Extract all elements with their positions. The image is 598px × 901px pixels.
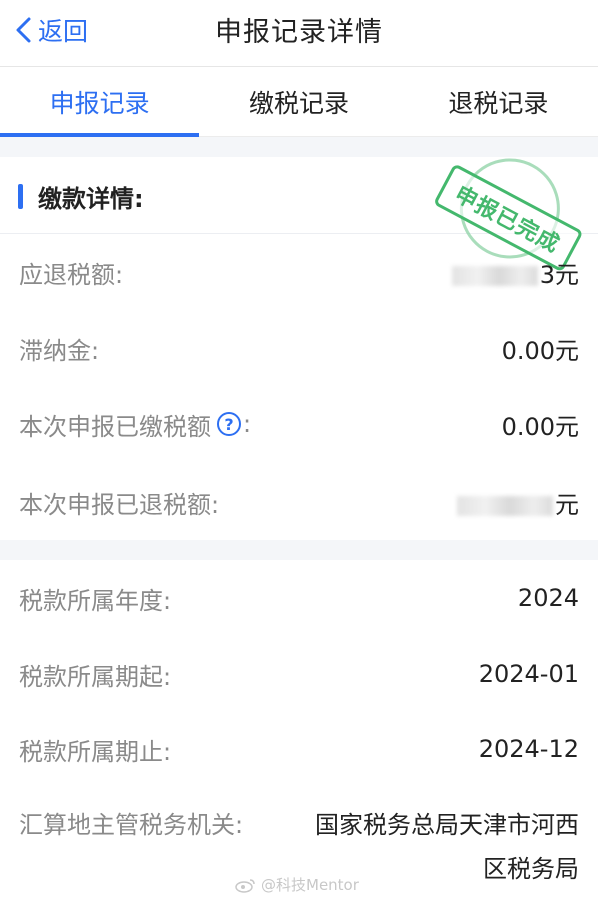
row-value: 2024 [517,584,579,612]
row-value-text: 3元 [539,260,579,289]
row-tax-year: 税款所属年度: 2024 [0,578,598,618]
section-accent-bar [18,184,23,209]
row-label: 税款所属期止: [19,737,172,766]
tab-payment-records[interactable]: 缴税记录 [199,67,398,136]
row-refunded-amount: 本次申报已退税额: 元 [0,482,598,522]
row-value-text: 元 [555,490,579,519]
row-period-start: 税款所属期起: 2024-01 [0,654,598,694]
section-gap [0,540,598,560]
redacted-mask [457,495,553,516]
row-value-line: 国家税务总局天津市河西 [315,811,579,839]
watermark-text: @科技Mentor [261,876,359,894]
page-title: 申报记录详情 [215,17,383,48]
redacted-mask [451,265,538,286]
row-period-end: 税款所属期止: 2024-12 [0,729,598,769]
row-label: 本次申报已退税额: [19,490,220,519]
row-label-suffix: : [243,410,252,438]
tab-declaration-records[interactable]: 申报记录 [0,67,200,137]
row-label: 汇算地主管税务机关: [19,811,244,839]
tab-refund-records[interactable]: 退税记录 [399,67,598,136]
row-label: 税款所属期起: [19,662,172,691]
weibo-icon [235,878,255,893]
row-value: 2024-12 [478,735,579,763]
row-label: 滞纳金: [19,336,100,365]
row-label: 应退税额: [19,260,124,289]
row-value: 0.00元 [501,412,579,441]
tab-bar: 申报记录 缴税记录 退税记录 [0,67,598,137]
section-gap [0,137,598,157]
help-icon[interactable]: ? [217,412,241,436]
row-value: 0.00元 [501,336,579,365]
row-value: 元 [457,485,579,520]
row-label: 税款所属年度: [19,586,172,615]
row-label-wrap: 本次申报已缴税额 ? : [19,407,251,442]
watermark: @科技Mentor [235,874,359,895]
row-value: 3元 [451,255,579,290]
row-label: 本次申报已缴税额 [19,412,211,441]
row-late-fee: 滞纳金: 0.00元 [0,328,598,368]
nav-bar: 返回 申报记录详情 [0,0,598,67]
row-paid-amount: 本次申报已缴税额 ? : 0.00元 [0,404,598,444]
section-title: 缴款详情: [38,185,144,213]
row-refund-due: 应退税额: 3元 [0,252,598,292]
row-value: 2024-01 [478,660,579,688]
